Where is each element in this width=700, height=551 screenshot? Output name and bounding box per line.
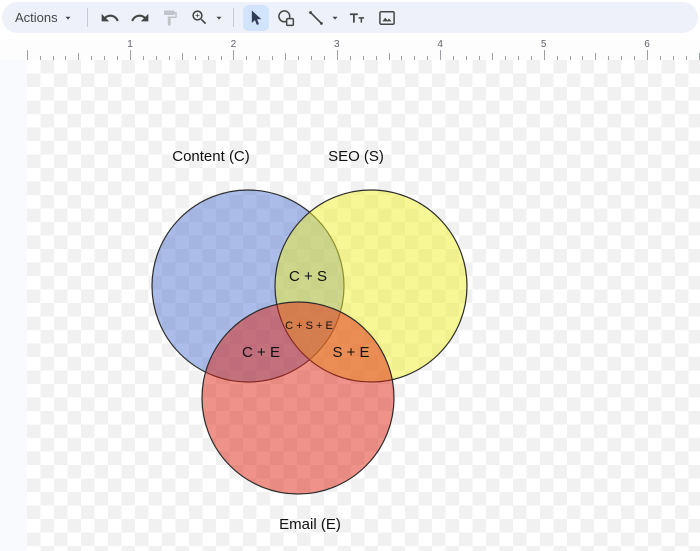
ruler-tick xyxy=(27,50,28,60)
line-icon xyxy=(306,8,326,28)
chevron-down-icon xyxy=(330,13,340,23)
actions-menu-label: Actions xyxy=(15,10,58,25)
line-tool-button[interactable] xyxy=(303,5,329,31)
select-tool-button[interactable] xyxy=(243,5,269,31)
shape-icon xyxy=(276,8,296,28)
toolbar-divider xyxy=(87,8,88,27)
text-icon xyxy=(347,8,367,28)
ruler-number: 3 xyxy=(334,40,340,50)
ruler-tick xyxy=(389,53,390,60)
ruler-tick xyxy=(492,53,493,60)
toolbar-divider xyxy=(233,8,234,27)
paint-format-button[interactable] xyxy=(157,5,183,31)
venn-overlap-label-se[interactable]: S + E xyxy=(332,344,369,361)
venn-label-seo[interactable]: SEO (S) xyxy=(328,148,384,165)
chevron-down-icon xyxy=(214,13,224,23)
ruler-number: 5 xyxy=(541,40,547,50)
ruler-number: 1 xyxy=(127,40,133,50)
shape-tool-button[interactable] xyxy=(273,5,299,31)
venn-label-email[interactable]: Email (E) xyxy=(279,516,341,533)
line-dropdown-button[interactable] xyxy=(329,5,342,31)
redo-icon xyxy=(130,8,150,28)
ruler-tick xyxy=(233,50,234,60)
zoom-icon xyxy=(190,8,209,27)
zoom-button[interactable] xyxy=(187,5,213,31)
undo-button[interactable] xyxy=(97,5,123,31)
ruler-number: 6 xyxy=(644,40,650,50)
zoom-dropdown-button[interactable] xyxy=(213,5,226,31)
actions-menu-button[interactable]: Actions xyxy=(8,5,80,31)
chevron-down-icon xyxy=(63,13,73,23)
undo-icon xyxy=(100,8,120,28)
venn-overlap-label-ce[interactable]: C + E xyxy=(242,344,280,361)
ruler-tick xyxy=(130,50,131,60)
select-arrow-icon xyxy=(246,8,266,28)
ruler-tick xyxy=(595,53,596,60)
ruler-tick xyxy=(544,50,545,60)
image-tool-button[interactable] xyxy=(374,5,400,31)
ruler-tick xyxy=(78,53,79,60)
ruler-tick xyxy=(440,50,441,60)
ruler-number: 4 xyxy=(437,40,443,50)
venn-overlap-label-cs[interactable]: C + S xyxy=(289,268,327,285)
ruler-tick xyxy=(285,53,286,60)
toolbar: Actions xyxy=(2,2,698,33)
venn-label-content[interactable]: Content (C) xyxy=(172,148,250,165)
drawing-editor-window: Actions xyxy=(0,0,700,551)
paint-format-icon xyxy=(161,9,179,27)
ruler-tick xyxy=(647,50,648,60)
ruler: 1 2 3 4 5 6 xyxy=(0,39,700,61)
ruler-tick xyxy=(337,50,338,60)
venn-overlap-label-cse[interactable]: C + S + E xyxy=(285,320,333,332)
ruler-number: 2 xyxy=(231,40,237,50)
ruler-tick xyxy=(182,53,183,60)
venn-diagram: Content (C) SEO (S) Email (E) C + S C + … xyxy=(0,60,700,551)
image-icon xyxy=(377,8,397,28)
text-tool-button[interactable] xyxy=(344,5,370,31)
redo-button[interactable] xyxy=(127,5,153,31)
